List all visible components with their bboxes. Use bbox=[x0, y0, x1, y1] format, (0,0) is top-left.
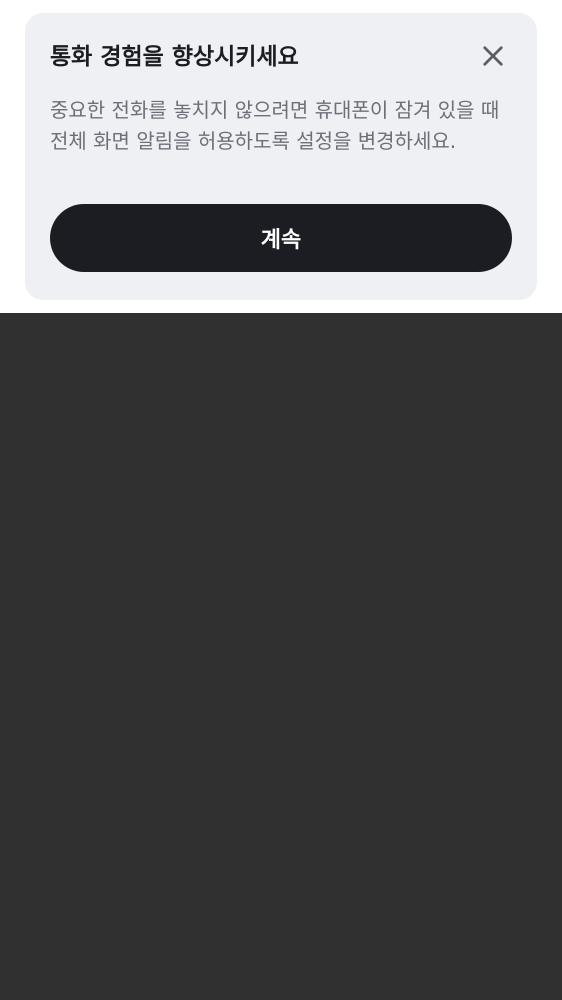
continue-button[interactable]: 계속 bbox=[50, 204, 512, 272]
notification-permission-card: 통화 경험을 향상시키세요 중요한 전화를 놓치지 않으려면 휴대폰이 잠겨 있… bbox=[25, 13, 537, 300]
close-button[interactable] bbox=[477, 40, 509, 72]
card-description: 중요한 전화를 놓치지 않으려면 휴대폰이 잠겨 있을 때 전체 화면 알림을 … bbox=[50, 98, 500, 153]
close-icon bbox=[483, 46, 503, 66]
screen: 통화 경험을 향상시키세요 중요한 전화를 놓치지 않으려면 휴대폰이 잠겨 있… bbox=[0, 0, 562, 1000]
card-title: 통화 경험을 향상시키세요 bbox=[50, 44, 299, 70]
dimmed-background[interactable] bbox=[0, 313, 562, 1000]
top-area: 통화 경험을 향상시키세요 중요한 전화를 놓치지 않으려면 휴대폰이 잠겨 있… bbox=[0, 0, 562, 313]
